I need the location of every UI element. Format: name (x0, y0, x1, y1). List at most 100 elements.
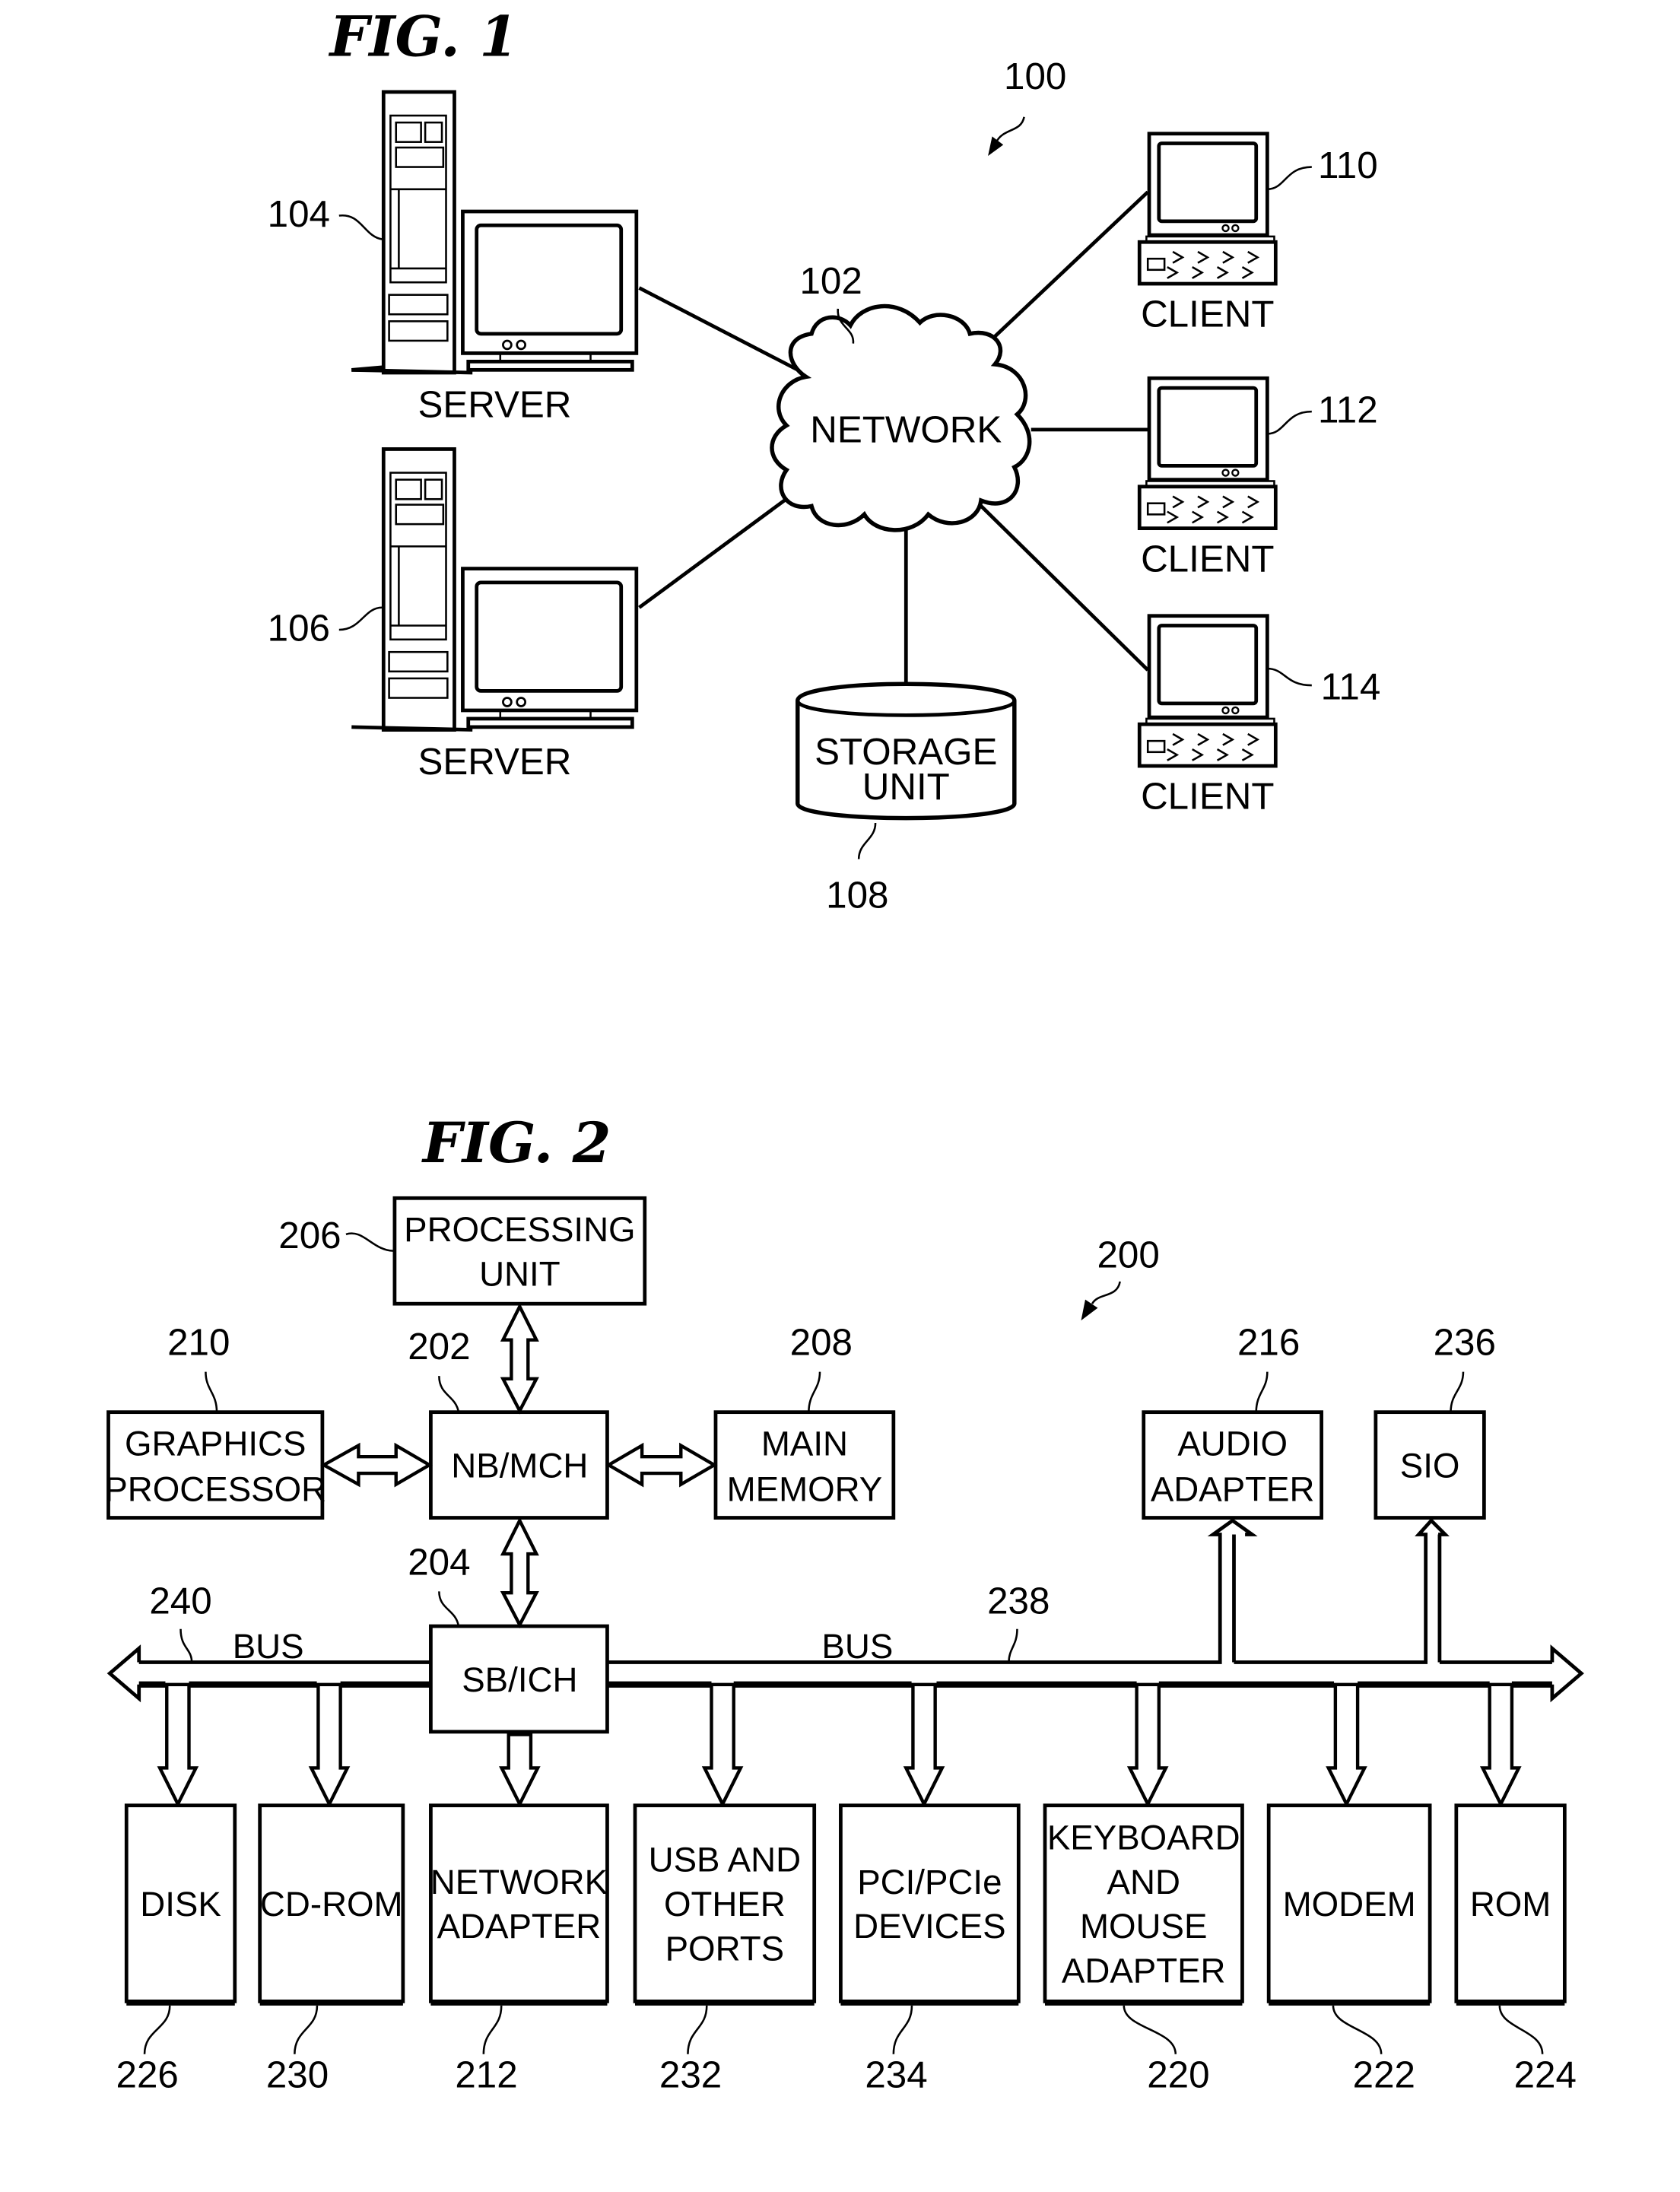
ref-leader (345, 1232, 395, 1253)
device-ref: 230 (266, 2054, 329, 2096)
ref-leader (294, 2005, 319, 2054)
device-ref: 220 (1147, 2054, 1209, 2096)
ref-leader (1255, 1371, 1269, 1412)
ref-leader (1450, 1371, 1465, 1412)
graphics-ref: 210 (167, 1322, 230, 1364)
sio-label: SIO (1400, 1447, 1460, 1485)
down-arrow-icon (1479, 1682, 1522, 1808)
client-ref-leader (1267, 166, 1312, 191)
audio-adapter-216: AUDIO ADAPTER 216 (1142, 1322, 1323, 1520)
device-label-line: KEYBOARD (1047, 1818, 1240, 1857)
audio-label-1: AUDIO (1177, 1424, 1288, 1463)
double-arrow-pu-nb (500, 1302, 539, 1415)
server-ref: 104 (268, 193, 330, 235)
graphics-label-1: GRAPHICS (125, 1424, 306, 1463)
device-label-line: DEVICES (853, 1907, 1005, 1946)
device-label-line: CD-ROM (260, 1885, 403, 1924)
device-ref: 224 (1514, 2054, 1577, 2096)
device-ref: 232 (659, 2054, 722, 2096)
ref-leader (179, 1628, 193, 1663)
storage-label-line2: UNIT (862, 766, 950, 808)
nb-mch-label: NB/MCH (451, 1447, 588, 1485)
graphics-processor-210: GRAPHICS PROCESSOR 210 (104, 1322, 326, 1520)
ref-leader (892, 2005, 913, 2054)
server-tower-icon (351, 447, 473, 732)
client-ref: 112 (1318, 389, 1378, 431)
device-label-line: ADAPTER (437, 1907, 602, 1946)
memory-label-2: MEMORY (727, 1470, 883, 1509)
memory-ref: 208 (790, 1322, 853, 1364)
device-212: NETWORK ADAPTER 212 (429, 1803, 609, 2096)
down-arrow-icon (308, 1682, 351, 1808)
nb-mch-ref: 202 (408, 1326, 470, 1368)
storage-ref: 108 (826, 874, 888, 916)
device-label-line: MOUSE (1080, 1907, 1207, 1946)
bus-ref-238: 238 (987, 1580, 1050, 1622)
device-220: KEYBOARD AND MOUSE ADAPTER 220 (1043, 1803, 1244, 2096)
device-224: ROM 224 (1454, 1803, 1577, 2096)
client-ref-leader (1267, 667, 1312, 687)
memory-label-1: MAIN (761, 1424, 848, 1463)
device-label-line: USB AND (649, 1841, 801, 1879)
server-label: SERVER (418, 741, 571, 783)
processing-unit-label-1: PROCESSING (404, 1210, 635, 1249)
storage-unit-108: STORAGE UNIT 108 (796, 681, 1017, 916)
server-monitor-icon (461, 209, 639, 372)
client-110: CLIENT 110 (1137, 132, 1378, 335)
bus-label-left: BUS (233, 1627, 304, 1666)
device-label-line: ROM (1470, 1885, 1551, 1924)
system-ref-200: 200 (1097, 1234, 1159, 1276)
client-label: CLIENT (1141, 776, 1274, 818)
ref-leader (1498, 2005, 1544, 2054)
link-client-110 (971, 190, 1149, 359)
link-server-106 (638, 484, 805, 609)
client-label: CLIENT (1141, 538, 1274, 580)
ref-leader (438, 1376, 460, 1412)
down-arrow-icon (499, 1733, 541, 1808)
device-label-line: ADAPTER (1062, 1952, 1226, 1990)
double-arrow-nb-sb (500, 1517, 539, 1628)
device-226: DISK 226 (116, 1803, 237, 2096)
processing-unit-ref: 206 (278, 1215, 341, 1256)
down-arrow-icon (701, 1682, 744, 1808)
network-label: NETWORK (810, 408, 1002, 450)
bus (106, 1517, 1584, 1703)
device-label-line: MODEM (1283, 1885, 1416, 1924)
ref-leader (143, 2005, 171, 2054)
device-234: PCI/PCIe DEVICES 234 (839, 1803, 1021, 2096)
server-ref: 106 (268, 608, 330, 650)
link-server-104 (638, 286, 805, 375)
audio-ref: 216 (1237, 1322, 1300, 1364)
sio-236: SIO 236 (1374, 1322, 1496, 1520)
server-104: SERVER 104 (268, 90, 639, 425)
client-ref: 114 (1321, 666, 1381, 707)
system-ref-arrow-icon (988, 116, 1025, 156)
device-down-arrows (157, 1682, 1522, 1808)
client-label: CLIENT (1141, 294, 1274, 335)
bus-label-right: BUS (821, 1627, 893, 1666)
ref-leader (482, 2005, 503, 2054)
ref-leader (1008, 1628, 1018, 1663)
double-arrow-graphics-nb (320, 1442, 433, 1488)
storage-ref-leader (857, 822, 877, 859)
system-ref-arrow-icon (1081, 1281, 1121, 1321)
nb-mch-202: NB/MCH 202 (408, 1326, 609, 1520)
client-114: CLIENT 114 (1137, 614, 1381, 818)
device-label-line: PORTS (665, 1929, 784, 1968)
ref-leader (808, 1371, 821, 1412)
ref-leader (205, 1371, 218, 1412)
sio-ref: 236 (1434, 1322, 1496, 1364)
sb-ich-label: SB/ICH (462, 1660, 577, 1699)
down-arrow-icon (157, 1682, 199, 1808)
device-box (429, 1803, 609, 2003)
device-ref: 222 (1353, 2054, 1415, 2096)
figure-1-title: FIG. 1 (328, 4, 518, 69)
ref-leader (687, 2005, 708, 2054)
server-ref-leader (338, 606, 383, 631)
patent-drawing-sheet: FIG. 1 100 NETWORK 102 SERVER 104 SERVER… (104, 4, 1584, 2096)
sb-ich-204: SB/ICH 204 (408, 1541, 609, 1734)
bus-ref-240: 240 (149, 1580, 211, 1622)
figure-1: FIG. 1 100 NETWORK 102 SERVER 104 SERVER… (268, 4, 1381, 916)
device-222: MODEM 222 (1266, 1803, 1432, 2096)
device-label-line: DISK (140, 1885, 221, 1924)
